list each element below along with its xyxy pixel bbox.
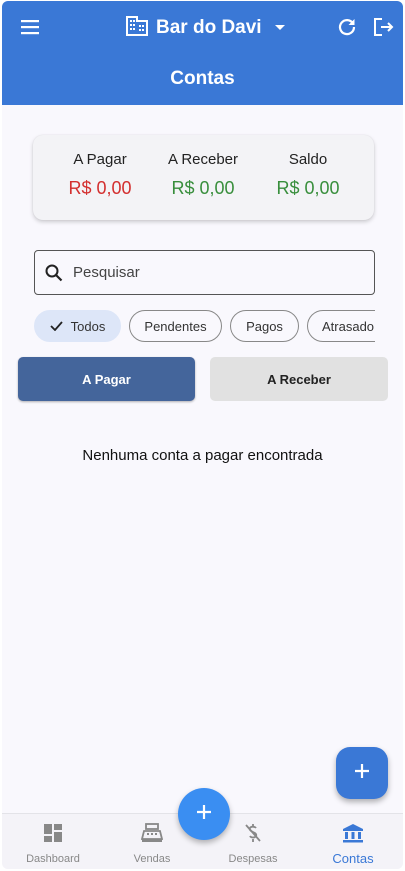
summary-receber: A Receber R$ 0,00: [148, 151, 258, 199]
nav-label: Despesas: [228, 853, 278, 865]
tab-a-receber[interactable]: A Receber: [210, 357, 388, 401]
refresh-icon[interactable]: [333, 13, 361, 41]
summary-saldo-value: R$ 0,00: [276, 178, 340, 198]
filter-chip-todos[interactable]: Todos: [34, 310, 121, 342]
app-screen: Bar do Davi Contas A Pagar R$ 0,00 A Rec…: [2, 1, 403, 869]
search-icon: [43, 262, 65, 284]
add-conta-button[interactable]: [336, 747, 388, 799]
app-bar: Bar do Davi Contas: [2, 1, 403, 105]
filter-chip-pagos[interactable]: Pagos: [230, 310, 299, 342]
menu-icon[interactable]: [16, 13, 44, 41]
filter-chip-label: Pendentes: [144, 318, 207, 334]
filter-chip-label: Pagos: [246, 318, 283, 334]
filter-chip-label: Atrasado: [322, 318, 375, 334]
filter-chip-label: Todos: [70, 318, 106, 334]
empty-state-message: Nenhuma conta a pagar encontrada: [82, 447, 323, 464]
summary-saldo-label: Saldo: [288, 151, 328, 168]
nav-label: Contas: [332, 851, 374, 866]
filter-chip-atrasado[interactable]: Atrasado: [307, 310, 375, 342]
filter-chips: Todos Pendentes Pagos Atrasado: [34, 310, 375, 343]
dropdown-arrow-icon: [274, 19, 286, 37]
nav-label: Dashboard: [26, 853, 80, 865]
nav-item-contas[interactable]: Contas: [308, 822, 398, 866]
logout-icon[interactable]: [370, 13, 398, 41]
summary-card: A Pagar R$ 0,00 A Receber R$ 0,00 Saldo …: [33, 135, 374, 220]
summary-pagar-value: R$ 0,00: [68, 178, 132, 198]
plus-icon: [354, 763, 370, 784]
nav-label: Vendas: [133, 853, 171, 865]
search-input[interactable]: [73, 264, 353, 281]
business-name: Bar do Davi: [156, 17, 262, 38]
summary-pagar-label: A Pagar: [73, 151, 127, 168]
check-icon: [50, 321, 63, 331]
dashboard-icon: [8, 822, 98, 844]
summary-saldo: Saldo R$ 0,00: [253, 151, 363, 199]
plus-icon: [196, 804, 212, 825]
summary-receber-label: A Receber: [167, 151, 239, 168]
summary-receber-value: R$ 0,00: [171, 178, 235, 198]
tab-a-pagar[interactable]: A Pagar: [18, 357, 195, 401]
bank-icon: [308, 822, 398, 844]
quick-add-button[interactable]: [178, 788, 230, 840]
summary-pagar: A Pagar R$ 0,00: [45, 151, 155, 199]
page-title: Contas: [170, 68, 235, 89]
search-field[interactable]: [34, 250, 375, 295]
business-icon: [126, 15, 148, 41]
app-bar-top-row: Bar do Davi: [2, 1, 403, 55]
nav-item-dashboard[interactable]: Dashboard: [8, 822, 98, 865]
business-selector[interactable]: Bar do Davi: [126, 13, 286, 43]
filter-chip-pendentes[interactable]: Pendentes: [129, 310, 222, 342]
